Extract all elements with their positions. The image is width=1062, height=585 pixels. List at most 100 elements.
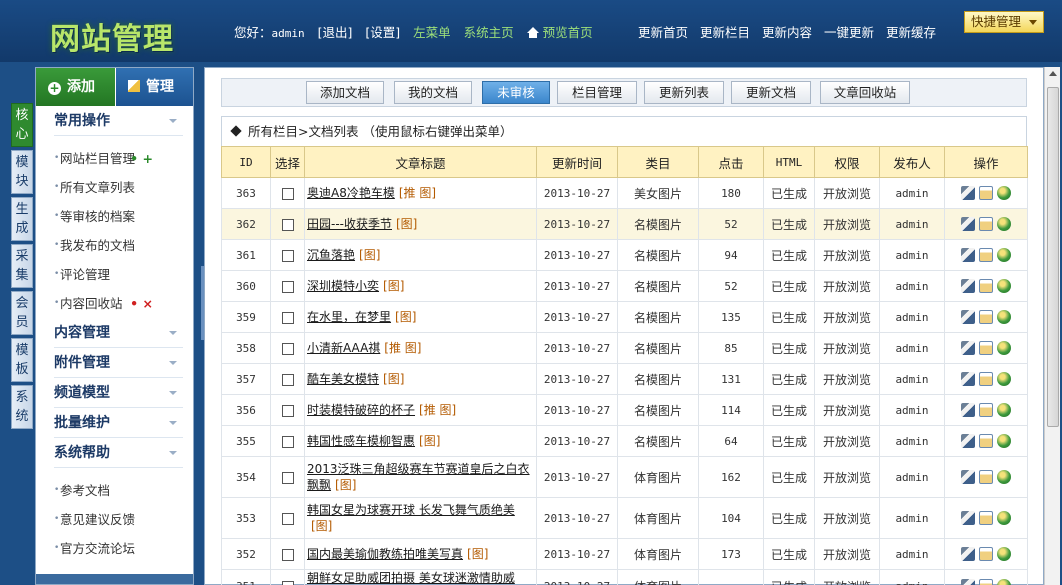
view-icon[interactable] [997,434,1011,449]
tools-icon[interactable] [961,511,975,526]
update-home-link[interactable]: 更新首页 [638,22,688,41]
update-list-button[interactable]: 更新列表 [644,81,724,104]
logout-link[interactable]: [退出] [318,22,353,41]
view-icon[interactable] [997,547,1011,562]
edit-icon[interactable] [979,511,993,526]
edit-icon[interactable] [979,310,993,325]
tab-system[interactable]: 系统 [11,385,33,429]
tools-icon[interactable] [961,186,975,201]
tab-core[interactable]: 核心 [11,103,33,147]
article-title-link[interactable]: 田园---收获季节 [307,217,392,231]
update-doc-button[interactable]: 更新文档 [731,81,811,104]
tab-member[interactable]: 会员 [11,291,33,335]
tools-icon[interactable] [961,217,975,232]
tools-icon[interactable] [961,279,975,294]
sidebar-item-reference[interactable]: 参考文档 [54,476,183,505]
sidebar-item-my-docs[interactable]: 我发布的文档 [54,231,183,260]
row-checkbox[interactable] [281,342,294,355]
article-recycle-button[interactable]: 文章回收站 [820,81,910,104]
article-title-link[interactable]: 朝鲜女足助威团拍摄 美女球迷激情助威 [307,571,515,585]
tools-icon[interactable] [961,248,975,263]
row-checkbox[interactable] [281,435,294,448]
quick-manage-dropdown[interactable]: 快捷管理 [964,11,1044,33]
view-icon[interactable] [997,248,1011,263]
view-icon[interactable] [997,186,1011,201]
view-icon[interactable] [997,403,1011,418]
settings-link[interactable]: [设置] [365,22,400,41]
edit-icon[interactable] [979,547,993,562]
group-common[interactable]: 常用操作 [54,106,183,136]
close-icon[interactable]: • × [130,289,153,318]
update-columns-link[interactable]: 更新栏目 [700,22,750,41]
edit-icon[interactable] [979,279,993,294]
row-checkbox[interactable] [281,218,294,231]
article-title-link[interactable]: 沉鱼落艳 [307,248,355,262]
group-channel[interactable]: 频道模型 [54,378,183,408]
unreviewed-button[interactable]: 未审核 [482,81,550,104]
add-tab[interactable]: + 添加 [36,68,115,106]
row-checkbox[interactable] [281,471,294,484]
view-icon[interactable] [997,310,1011,325]
add-icon[interactable]: • + [130,144,153,173]
sidebar-item-forum[interactable]: 官方交流论坛 [54,534,183,563]
update-cache-link[interactable]: 更新缓存 [886,22,936,41]
scroll-up-icon[interactable] [1049,71,1057,76]
article-title-link[interactable]: 韩国女星为球赛开球 长发飞舞气质绝美 [307,503,515,517]
one-click-update-link[interactable]: 一键更新 [824,22,874,41]
tab-generate[interactable]: 生成 [11,197,33,241]
group-content[interactable]: 内容管理 [54,318,183,348]
article-title-link[interactable]: 深圳模特小奕 [307,279,379,293]
edit-icon[interactable] [979,434,993,449]
edit-icon[interactable] [979,186,993,201]
tools-icon[interactable] [961,579,975,585]
edit-icon[interactable] [979,372,993,387]
sidebar-item-all-articles[interactable]: 所有文章列表 [54,173,183,202]
row-checkbox[interactable] [281,187,294,200]
update-content-link[interactable]: 更新内容 [762,22,812,41]
preview-home-link[interactable]: 预览首页 [526,22,593,41]
view-icon[interactable] [997,511,1011,526]
article-title-link[interactable]: 酷车美女模特 [307,372,379,386]
left-menu-link[interactable]: 左菜单 [413,22,451,41]
row-checkbox[interactable] [281,280,294,293]
article-title-link[interactable]: 国内最美瑜伽教练拍唯美写真 [307,547,463,561]
group-attachment[interactable]: 附件管理 [54,348,183,378]
column-manage-button[interactable]: 栏目管理 [557,81,637,104]
tools-icon[interactable] [961,372,975,387]
edit-icon[interactable] [979,341,993,356]
vertical-scrollbar[interactable] [1044,67,1060,585]
tools-icon[interactable] [961,403,975,418]
article-title-link[interactable]: 时装模特破碎的杯子 [307,403,415,417]
add-doc-button[interactable]: 添加文档 [306,81,384,104]
tools-icon[interactable] [961,310,975,325]
my-docs-button[interactable]: 我的文档 [394,81,472,104]
view-icon[interactable] [997,372,1011,387]
edit-icon[interactable] [979,470,993,485]
scrollbar-thumb[interactable] [1047,87,1059,427]
row-checkbox[interactable] [281,548,294,561]
row-checkbox[interactable] [281,249,294,262]
edit-icon[interactable] [979,248,993,263]
edit-icon[interactable] [979,403,993,418]
view-icon[interactable] [997,470,1011,485]
article-title-link[interactable]: 在水里，在梦里 [307,310,391,324]
row-checkbox[interactable] [281,311,294,324]
article-title-link[interactable]: 韩国性感车模柳智惠 [307,434,415,448]
tab-module[interactable]: 模块 [11,150,33,194]
group-batch[interactable]: 批量维护 [54,408,183,438]
tools-icon[interactable] [961,341,975,356]
tools-icon[interactable] [961,434,975,449]
row-checkbox[interactable] [281,373,294,386]
tab-template[interactable]: 模板 [11,338,33,382]
edit-icon[interactable] [979,217,993,232]
view-icon[interactable] [997,279,1011,294]
sidebar-item-column-manage[interactable]: 网站栏目管理• + [54,144,183,173]
row-checkbox[interactable] [281,512,294,525]
group-help[interactable]: 系统帮助 [54,438,183,468]
view-icon[interactable] [997,579,1011,585]
row-checkbox[interactable] [281,404,294,417]
tools-icon[interactable] [961,547,975,562]
system-home-link[interactable]: 系统主页 [464,22,514,41]
view-icon[interactable] [997,217,1011,232]
view-icon[interactable] [997,341,1011,356]
